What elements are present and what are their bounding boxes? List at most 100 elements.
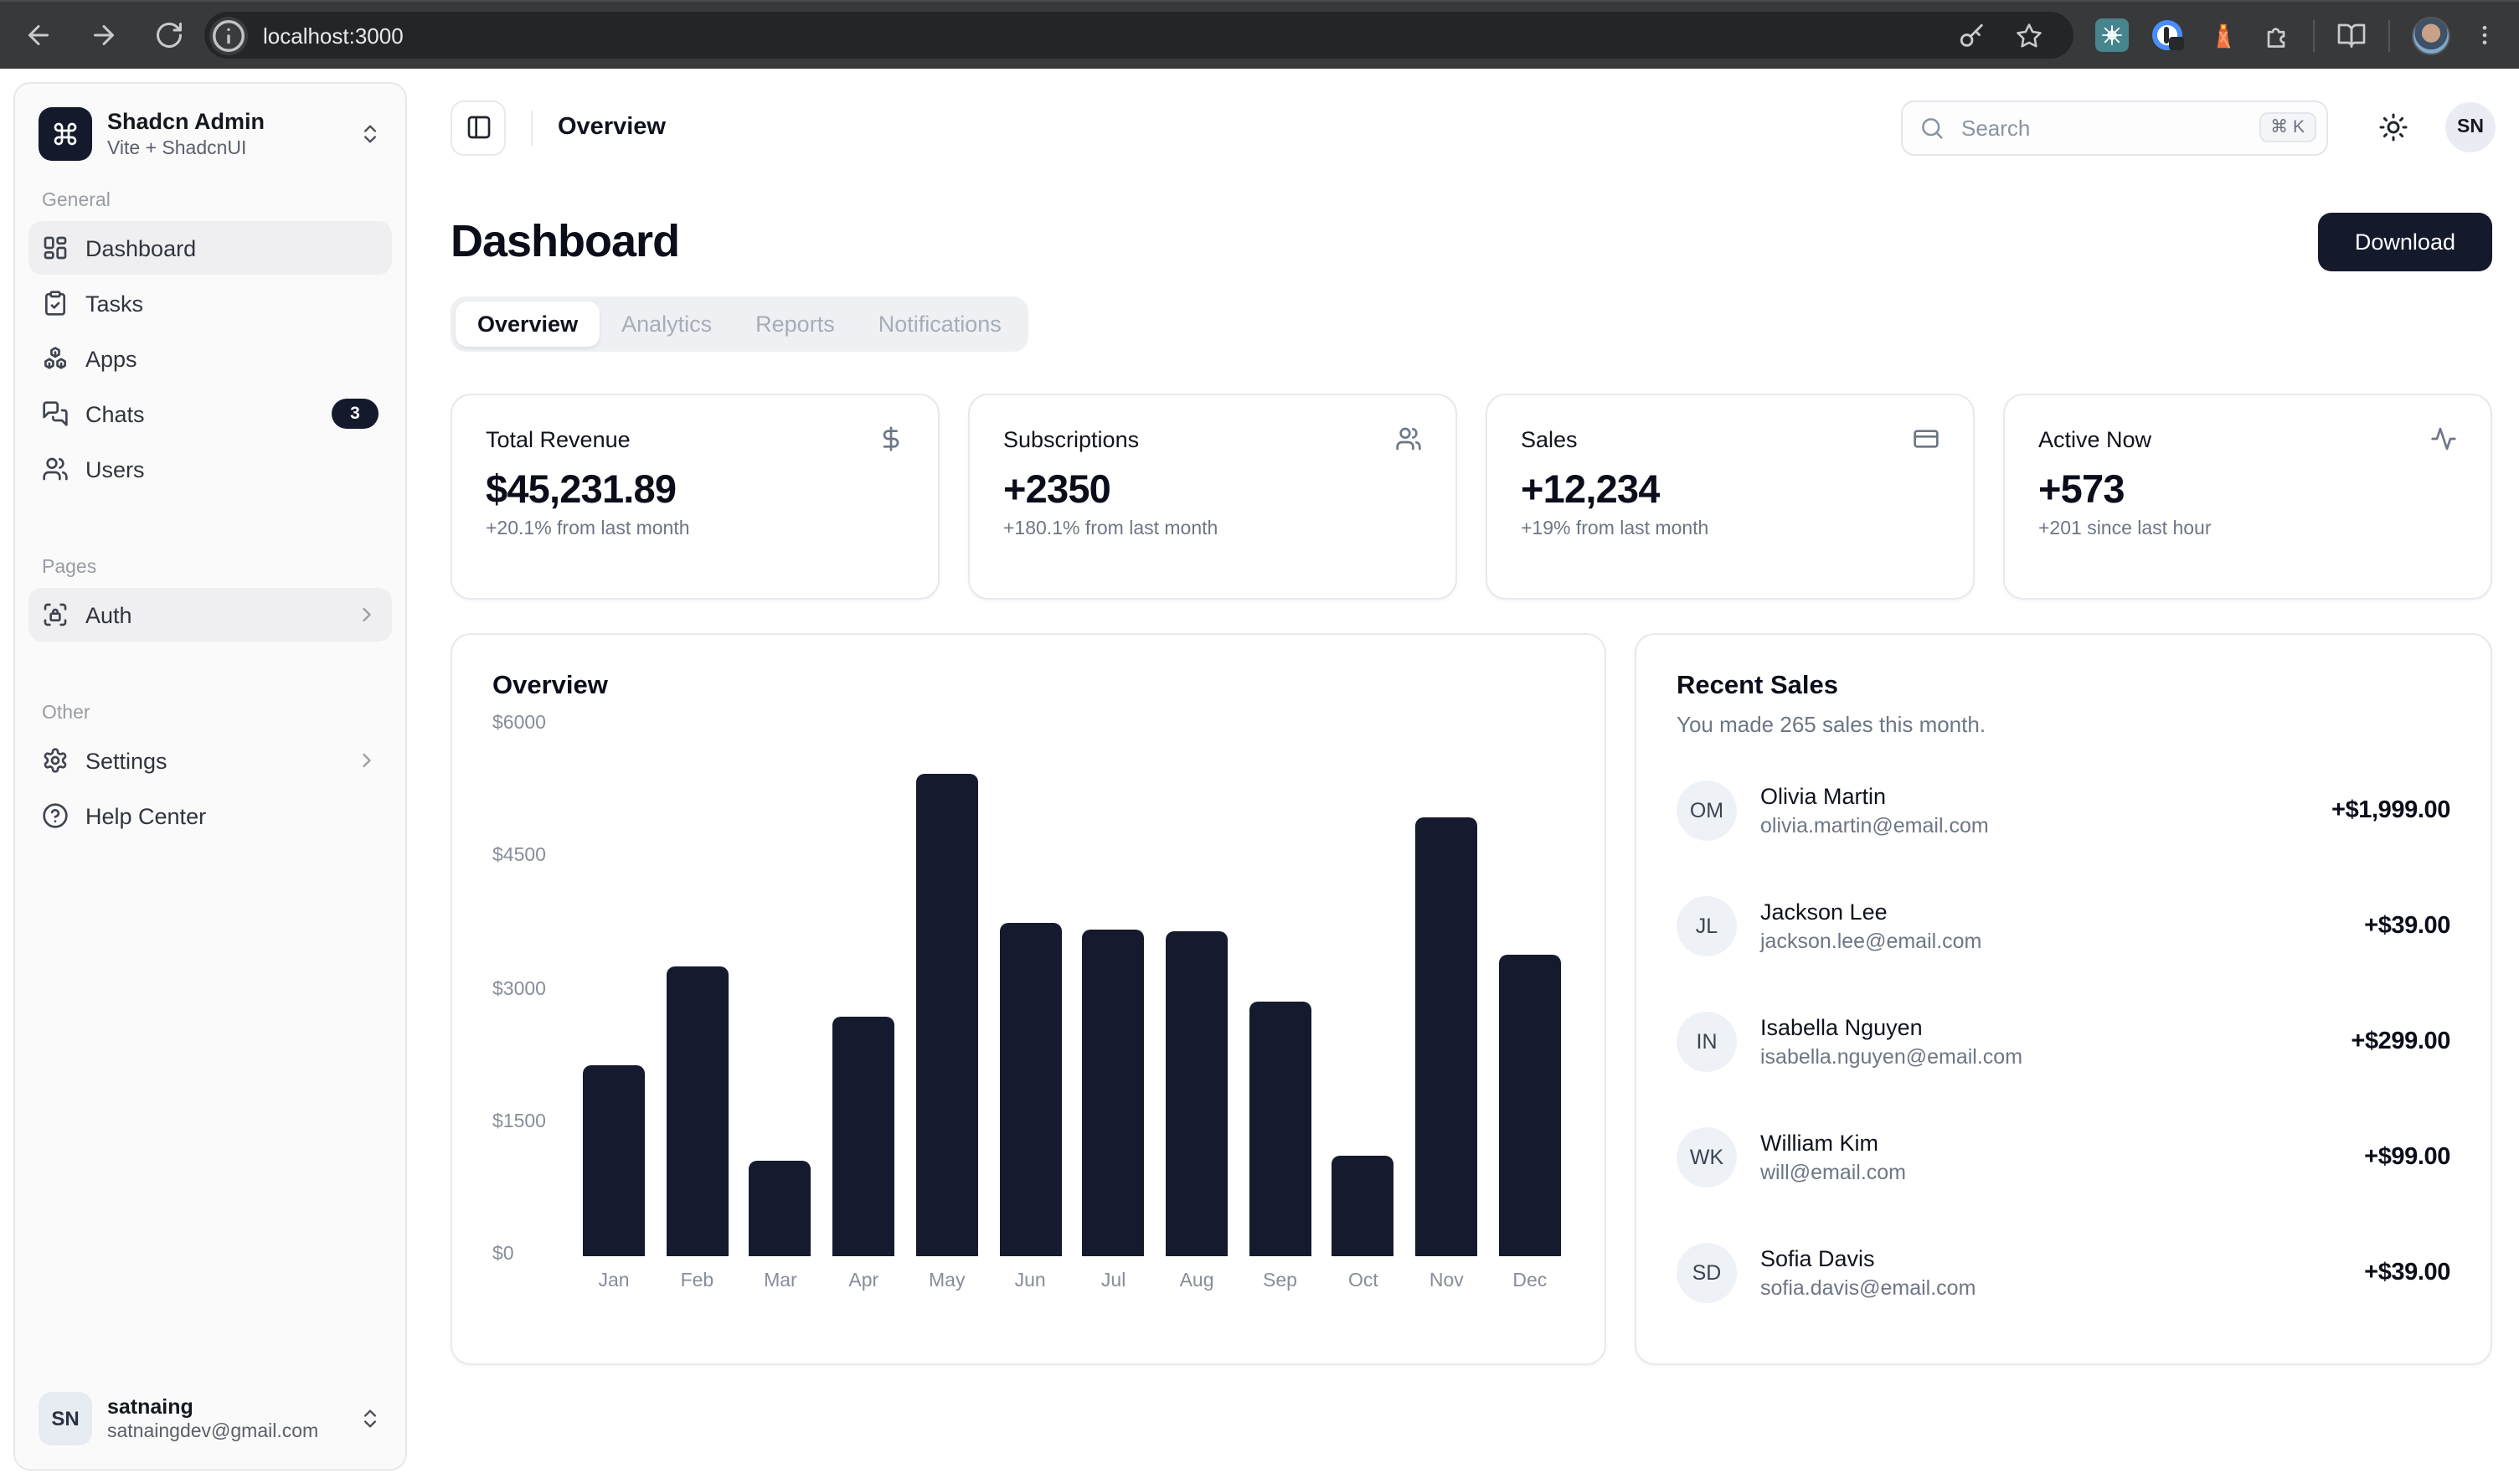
sale-customer-email: jackson.lee@email.com <box>1760 927 1981 956</box>
app-header: Overview ⌘ K SN <box>407 69 2519 186</box>
tab-overview[interactable]: Overview <box>456 301 600 347</box>
gear-icon <box>42 747 69 774</box>
stat-cards: Total Revenue$45,231.89+20.1% from last … <box>451 394 2492 600</box>
bar-column-mar: Mar <box>750 725 811 1256</box>
chats-count-badge: 3 <box>332 399 379 429</box>
sidebar-item-help-center[interactable]: Help Center <box>28 789 392 842</box>
reading-list-icon[interactable] <box>2336 20 2367 50</box>
back-icon[interactable] <box>23 20 54 50</box>
breadcrumb: Overview <box>558 114 666 141</box>
search-field[interactable] <box>1958 113 2259 142</box>
sidebar-group-label: General <box>42 191 379 211</box>
activity-icon <box>2430 425 2457 452</box>
users-icon <box>42 456 69 482</box>
sidebar: Shadcn Admin Vite + ShadcnUI General Dash… <box>13 82 407 1471</box>
forward-icon[interactable] <box>89 20 119 50</box>
stat-value: $45,231.89 <box>486 467 904 513</box>
sidebar-item-label: Tasks <box>85 291 143 316</box>
browser-window: localhost:3000 <box>0 0 2519 1484</box>
tab-reports[interactable]: Reports <box>734 301 857 347</box>
sidebar-item-chats[interactable]: Chats3 <box>28 387 392 441</box>
bar <box>916 774 978 1256</box>
sidebar-item-auth[interactable]: Auth <box>28 588 392 642</box>
user-email: satnaingdev@gmail.com <box>107 1420 358 1443</box>
sidebar-item-label: Apps <box>85 346 137 371</box>
sidebar-item-tasks[interactable]: Tasks <box>28 276 392 330</box>
dashboard-tabs: OverviewAnalyticsReportsNotifications <box>451 296 1028 352</box>
workspace-switcher[interactable]: Shadcn Admin Vite + ShadcnUI <box>28 97 392 171</box>
chevron-right-icon <box>355 749 379 772</box>
site-info-icon[interactable] <box>209 16 248 54</box>
clipboard-check-icon <box>42 290 69 317</box>
search-input[interactable]: ⌘ K <box>1901 100 2328 155</box>
sale-amount: +$299.00 <box>2351 1028 2450 1055</box>
bar <box>750 1161 811 1256</box>
password-manager-icon[interactable] <box>2151 18 2184 52</box>
stat-title: Total Revenue <box>486 426 631 451</box>
bar <box>583 1065 645 1256</box>
credit-card-icon <box>1913 425 1939 452</box>
sidebar-item-apps[interactable]: Apps <box>28 332 392 385</box>
sale-row-isabella-nguyen: INIsabella Nguyenisabella.nguyen@email.c… <box>1677 1012 2450 1072</box>
recent-sales-subtitle: You made 265 sales this month. <box>1677 712 2450 737</box>
download-button[interactable]: Download <box>2318 213 2492 271</box>
profile-menu-button[interactable]: SN <box>2445 102 2496 152</box>
recent-sales-card: Recent Sales You made 265 sales this mon… <box>1635 633 2492 1365</box>
stat-title: Sales <box>1521 426 1578 451</box>
bar-column-nov: Nov <box>1415 725 1477 1256</box>
bar <box>832 1017 894 1256</box>
header-divider <box>531 110 533 145</box>
main-area: Overview ⌘ K SN Dashboard Download Overv… <box>407 69 2519 1484</box>
sale-customer-email: olivia.martin@email.com <box>1760 812 1989 840</box>
bar-column-sep: Sep <box>1249 725 1311 1256</box>
stat-title: Active Now <box>2038 426 2151 451</box>
menu-dots-icon[interactable] <box>2472 20 2497 50</box>
page-title: Dashboard <box>451 216 679 268</box>
sale-avatar: SD <box>1677 1243 1737 1303</box>
stat-value: +2350 <box>1003 467 1422 513</box>
user-avatar: SN <box>39 1392 92 1445</box>
chart-plot-area: JanFebMarAprMayJunJulAugSepOctNovDec <box>583 725 1561 1256</box>
x-axis-label: May <box>916 1271 978 1291</box>
sidebar-user-menu[interactable]: SN satnaing satnaingdev@gmail.com <box>28 1382 392 1456</box>
bar <box>999 923 1061 1256</box>
sale-row-william-kim: WKWilliam Kimwill@email.com+$99.00 <box>1677 1127 2450 1188</box>
sale-customer-name: Olivia Martin <box>1760 781 1989 810</box>
stat-change: +201 since last hour <box>2038 519 2457 539</box>
bar-chart: $6000$4500$3000$1500$0JanFebMarAprMayJun… <box>492 725 1564 1328</box>
bar <box>666 966 728 1256</box>
x-axis-label: Feb <box>666 1271 728 1291</box>
x-axis-label: Jun <box>999 1271 1061 1291</box>
layout-dashboard-icon <box>42 234 69 261</box>
theme-toggle-button[interactable] <box>2368 102 2419 152</box>
recent-sales-title: Recent Sales <box>1677 672 2450 702</box>
y-axis-tick: $0 <box>492 1244 559 1265</box>
sidebar-item-dashboard[interactable]: Dashboard <box>28 221 392 275</box>
address-bar[interactable]: localhost:3000 <box>204 12 2073 59</box>
sidebar-toggle-button[interactable] <box>451 100 506 155</box>
toolbar-divider <box>2313 19 2315 51</box>
key-icon[interactable] <box>1958 21 1986 49</box>
puzzle-icon[interactable] <box>2261 20 2291 50</box>
teal-extension-icon[interactable] <box>2095 18 2129 52</box>
sale-row-jackson-lee: JLJackson Leejackson.lee@email.com+$39.0… <box>1677 896 2450 956</box>
tab-notifications[interactable]: Notifications <box>857 301 1023 347</box>
reload-icon[interactable] <box>154 20 184 50</box>
sale-customer-email: isabella.nguyen@email.com <box>1760 1043 2022 1071</box>
chevron-right-icon <box>355 603 379 626</box>
bar <box>1166 931 1228 1256</box>
chevrons-up-down-icon <box>358 122 382 146</box>
tab-analytics[interactable]: Analytics <box>600 301 734 347</box>
sidebar-item-users[interactable]: Users <box>28 442 392 496</box>
x-axis-label: Sep <box>1249 1271 1311 1291</box>
x-axis-label: Apr <box>832 1271 894 1291</box>
sidebar-group-label: Other <box>42 703 379 724</box>
sidebar-item-label: Auth <box>85 602 132 627</box>
star-icon[interactable] <box>2015 21 2043 49</box>
sale-avatar: OM <box>1677 781 1737 841</box>
bar-column-jun: Jun <box>999 725 1061 1256</box>
lighthouse-icon[interactable] <box>2206 18 2239 52</box>
sidebar-item-settings[interactable]: Settings <box>28 734 392 787</box>
profile-avatar[interactable] <box>2412 16 2450 54</box>
bar <box>1499 955 1561 1256</box>
